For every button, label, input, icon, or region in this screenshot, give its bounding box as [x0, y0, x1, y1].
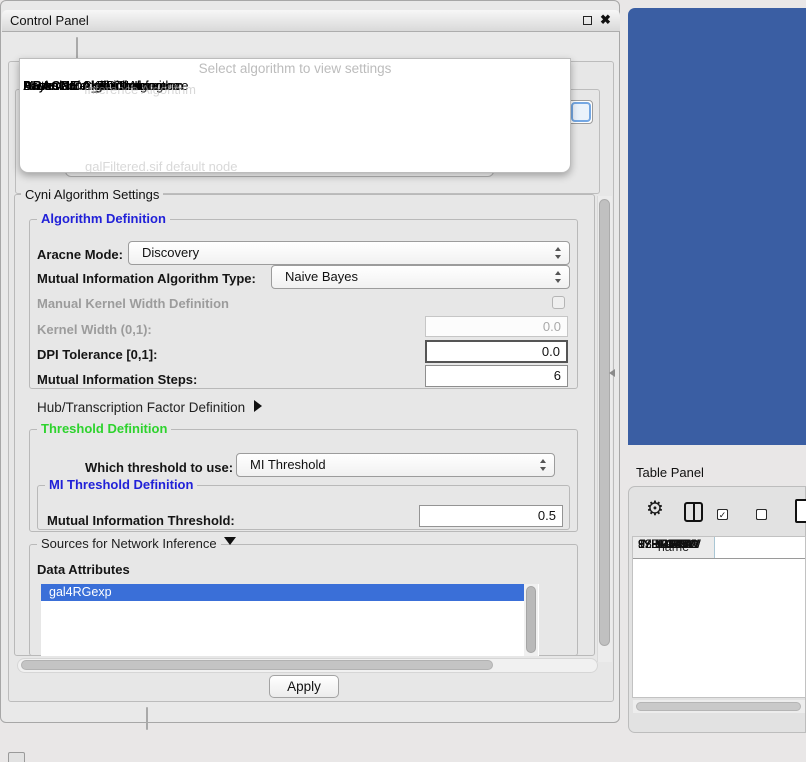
table-row[interactable]: YIL052CYIL052C9	[633, 537, 806, 552]
gear-icon[interactable]: ⚙	[646, 498, 664, 520]
attribute-item-gal4rgexp[interactable]: gal4RGexp	[41, 584, 524, 601]
control-panel-title: Control Panel	[10, 10, 89, 32]
data-attributes-list[interactable]: SelfLoopsTopologicalCoefficientBetweenne…	[41, 584, 539, 656]
mi-threshold-definition-title: MI Threshold Definition	[45, 478, 197, 492]
table-cell: YIL052C	[633, 537, 715, 552]
which-threshold-label: Which threshold to use:	[85, 460, 233, 475]
tab-style[interactable]: Style	[77, 38, 78, 59]
mi-algorithm-type-value: Naive Bayes	[285, 266, 358, 288]
stepper-down-icon	[555, 279, 561, 283]
threshold-definition-title: Threshold Definition	[37, 422, 171, 436]
manual-kernel-width-label: Manual Kernel Width Definition	[37, 296, 229, 311]
kernel-width-label: Kernel Width (0,1):	[37, 322, 152, 337]
which-threshold-value: MI Threshold	[250, 454, 326, 476]
stepper-up-icon	[555, 271, 561, 275]
attributes-scrollbar-thumb[interactable]	[526, 586, 536, 653]
unchecked-box-icon	[756, 509, 767, 520]
apply-button[interactable]: Apply	[269, 675, 339, 698]
minimized-panel-icon[interactable]	[8, 752, 25, 762]
expand-right-icon[interactable]	[254, 400, 262, 412]
stepper-up-icon	[555, 247, 561, 251]
hub-transcription-factor-section[interactable]: Hub/Transcription Factor Definition	[37, 400, 245, 415]
table-panel-title: Table Panel	[636, 465, 704, 480]
ghost-network-combo-value: galFiltered.sif default node	[85, 159, 237, 174]
checked-box-icon: ✓	[717, 509, 728, 520]
tab-infer-network[interactable]: Infer Network	[147, 708, 148, 729]
tab-cyni-toolbox[interactable]: Cyni Toolbox	[77, 38, 78, 59]
mi-steps-label: Mutual Information Steps:	[37, 372, 197, 387]
stepper-down-icon	[555, 255, 561, 259]
mi-algorithm-type-combo[interactable]: Naive Bayes	[271, 265, 570, 289]
control-panel-window: Control Panel ✖ NetworkStyleSelectCyni T…	[0, 0, 620, 723]
float-window-icon[interactable]	[583, 16, 592, 25]
data-attributes-label: Data Attributes	[37, 562, 130, 577]
mi-algorithm-type-label: Mutual Information Algorithm Type:	[37, 271, 256, 286]
bottom-tab-bar: Impute DataDiscretize DataInfer Network	[146, 707, 148, 730]
network-view-window: GALGAL80GAL10GAL1GAL11SWI4GAL4GCY1HAP4YH…	[628, 8, 806, 445]
algorithm-dropdown-popup: Select algorithm to view settings Bayesi…	[19, 58, 571, 173]
close-icon[interactable]: ✖	[600, 12, 611, 28]
mi-steps-field[interactable]: 6	[425, 365, 568, 387]
tab-impute-data[interactable]: Impute Data	[147, 708, 148, 729]
manual-kernel-width-checkbox[interactable]	[552, 296, 565, 309]
dpi-tolerance-label: DPI Tolerance [0,1]:	[37, 347, 157, 362]
sources-title-label: Sources for Network Inference	[41, 536, 217, 551]
settings-vertical-scrollbar-thumb[interactable]	[599, 199, 610, 646]
stepper-up-icon	[540, 459, 546, 463]
sources-group-title[interactable]: Sources for Network Inference	[37, 537, 221, 551]
table-horizontal-scrollbar-thumb[interactable]	[636, 702, 801, 711]
ghost-inference-algorithm-label: Inference Algorithm	[84, 82, 196, 97]
control-panel-titlebar[interactable]: Control Panel ✖	[2, 10, 620, 32]
combo-stepper-icon[interactable]	[571, 102, 591, 122]
collapse-down-icon[interactable]	[224, 537, 236, 545]
dropdown-placeholder: Select algorithm to view settings	[20, 61, 570, 78]
tab-network[interactable]: Network	[77, 38, 78, 59]
aracne-mode-label: Aracne Mode:	[37, 247, 123, 262]
document-icon[interactable]	[795, 499, 806, 523]
settings-horizontal-scrollbar-thumb[interactable]	[21, 660, 493, 670]
dpi-tolerance-field[interactable]: 0.0	[425, 340, 568, 363]
stepper-down-icon	[540, 467, 546, 471]
mi-threshold-label: Mutual Information Threshold:	[47, 513, 235, 528]
tab-discretize-data[interactable]: Discretize Data	[147, 708, 148, 729]
node-attribute-table[interactable]: shared...nameYDL19...YDL19...13YDR27...Y…	[632, 536, 806, 698]
desktop: Control Panel ✖ NetworkStyleSelectCyni T…	[0, 0, 806, 762]
panel-splitter-collapse-icon[interactable]	[609, 369, 615, 377]
cyni-settings-group-title: Cyni Algorithm Settings	[21, 188, 163, 202]
aracne-mode-combo[interactable]: Discovery	[128, 241, 570, 265]
which-threshold-combo[interactable]: MI Threshold	[236, 453, 555, 477]
tab-jactivemnodules[interactable]: jActiveMNodules	[77, 38, 78, 59]
hub-section-label: Hub/Transcription Factor Definition	[37, 400, 245, 415]
control-panel-tab-bar: NetworkStyleSelectCyni ToolboxjActiveMNo…	[76, 37, 78, 60]
aracne-mode-value: Discovery	[142, 242, 199, 264]
table-cell: 9	[633, 537, 645, 552]
kernel-width-field[interactable]: 0.0	[425, 316, 568, 337]
mi-threshold-field[interactable]: 0.5	[419, 505, 563, 527]
algorithm-definition-title: Algorithm Definition	[37, 212, 170, 226]
tab-select[interactable]: Select	[77, 38, 78, 59]
split-columns-icon[interactable]	[684, 502, 703, 522]
